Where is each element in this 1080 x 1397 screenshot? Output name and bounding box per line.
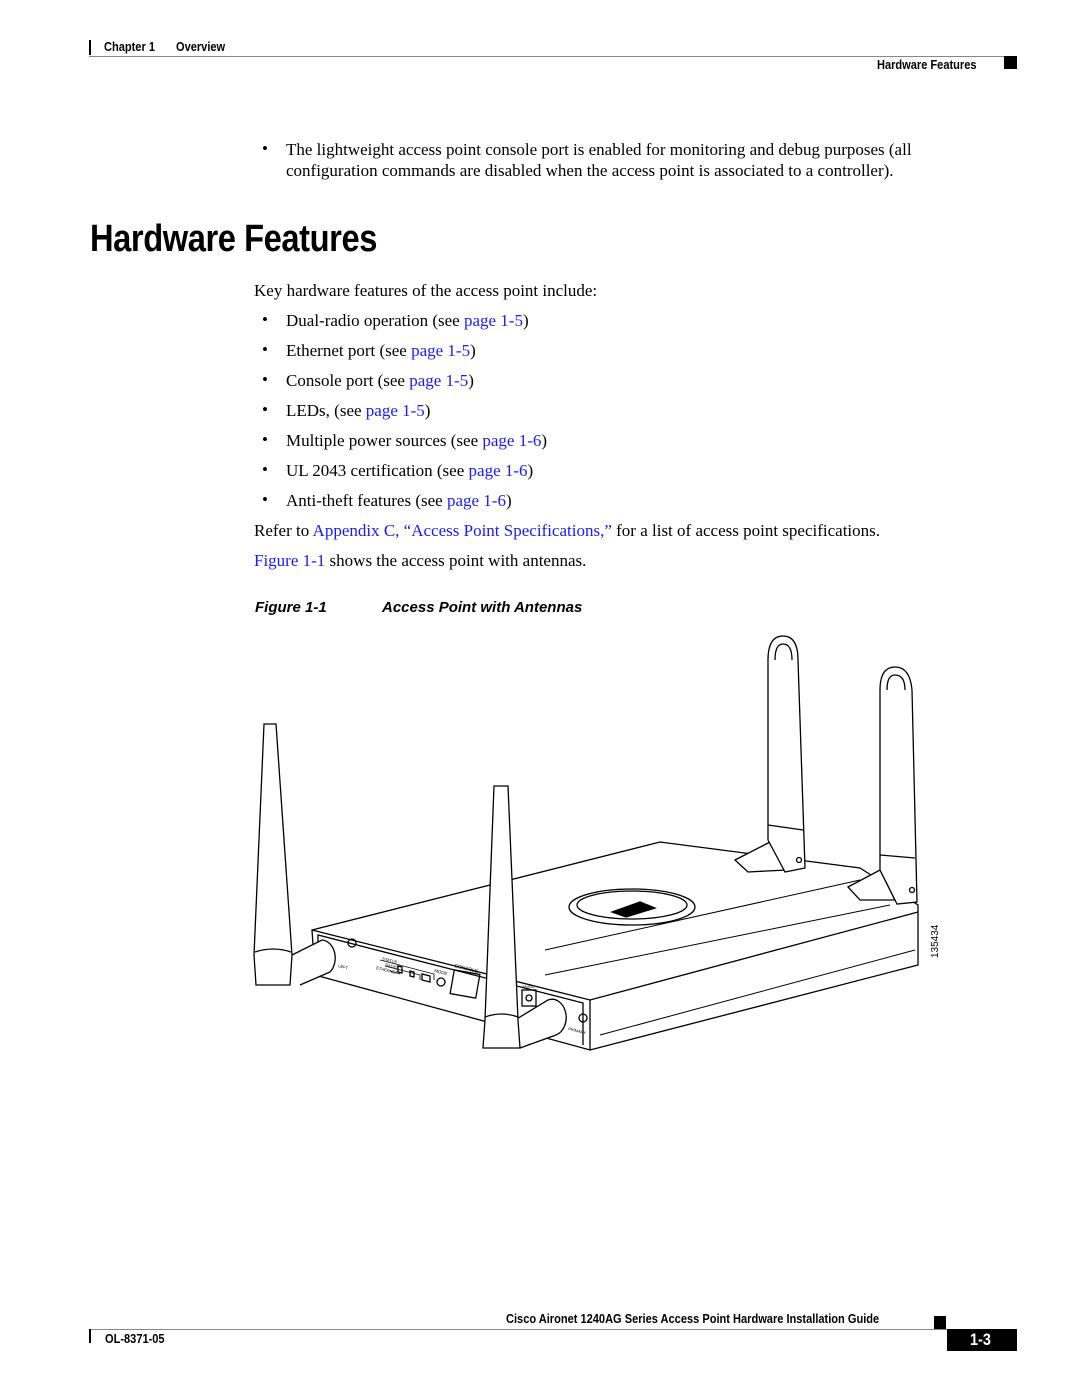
feature-end: ) (541, 431, 548, 450)
feature-item: Multiple power sources (see page 1-6) (286, 430, 547, 451)
feature-page-link[interactable]: page 1-6 (447, 491, 506, 510)
figure-1-1-link[interactable]: Figure 1-1 (254, 551, 325, 570)
header-chapter-title: Overview (176, 39, 226, 54)
footer-guide-title: Cisco Aironet 1240AG Series Access Point… (506, 1311, 880, 1326)
access-point-illustration: STATUS RADIO ETHERNET MODE CONSOLE 48VDC… (253, 635, 941, 1051)
footer-doc-number: OL-8371-05 (105, 1331, 165, 1346)
feature-end: ) (468, 371, 474, 390)
feature-end: ) (505, 491, 512, 510)
feature-text: UL 2043 certification (see (286, 461, 469, 480)
feature-page-link[interactable]: page 1-6 (482, 431, 541, 450)
bullet: • (262, 430, 268, 449)
figure-number: Figure 1-1 (255, 599, 327, 616)
intro-line-2: configuration commands are disabled when… (286, 161, 894, 180)
intro-line-1: The lightweight access point console por… (286, 140, 912, 159)
feature-text: Ethernet port (see (286, 341, 412, 360)
feature-end: ) (424, 401, 431, 420)
feature-text: Multiple power sources (see (286, 431, 483, 450)
refer-paragraph: Refer to Appendix C, “Access Point Speci… (254, 520, 880, 541)
feature-text: Dual-radio operation (see (286, 311, 464, 330)
figref-paragraph: Figure 1-1 shows the access point with a… (254, 550, 586, 571)
header-section: Hardware Features (877, 57, 977, 72)
feature-page-link[interactable]: page 1-5 (366, 401, 425, 420)
bullet: • (262, 460, 268, 479)
power-port-label: 48VDC (522, 984, 535, 989)
feature-item: Ethernet port (see page 1-5) (286, 340, 476, 361)
appendix-c-link[interactable]: Appendix C, “Access Point Specifications… (313, 521, 612, 540)
bullet: • (262, 139, 268, 158)
bullet: • (262, 340, 268, 359)
feature-text: Anti-theft features (see (286, 491, 447, 510)
feature-item: UL 2043 certification (see page 1-6) (286, 460, 533, 481)
bullet: • (262, 400, 268, 419)
feature-text: Console port (see (286, 371, 410, 390)
feature-end: ) (522, 311, 529, 330)
feature-item: Console port (see page 1-5) (286, 370, 474, 391)
footer-marker (934, 1316, 946, 1329)
feature-page-link[interactable]: page 1-5 (409, 371, 468, 390)
page-number: 1-3 (970, 1330, 991, 1349)
feature-item: LEDs, (see page 1-5) (286, 400, 430, 421)
lead-text: Key hardware features of the access poin… (254, 281, 598, 300)
feature-end: ) (470, 341, 476, 360)
section-title: Hardware Features (90, 218, 377, 260)
refer-post: for a list of access point specification… (611, 521, 881, 540)
header-marker (1004, 56, 1017, 69)
refer-pre: Refer to (254, 521, 313, 540)
figref-post: shows the access point with antennas. (325, 551, 587, 570)
bullet: • (262, 490, 268, 509)
feature-page-link[interactable]: page 1-5 (464, 311, 523, 330)
bullet: • (262, 370, 268, 389)
feature-page-link[interactable]: page 1-5 (411, 341, 470, 360)
bullet: • (262, 310, 268, 329)
footer-bar (89, 1329, 91, 1343)
feature-item: Anti-theft features (see page 1-6) (286, 490, 512, 511)
feature-item: Dual-radio operation (see page 1-5) (286, 310, 529, 331)
footer-rule (89, 1329, 1017, 1330)
feature-end: ) (527, 461, 534, 480)
figure-title: Access Point with Antennas (382, 599, 583, 616)
feature-text: LEDs, (see (286, 401, 366, 420)
intro-bullet-text: The lightweight access point console por… (286, 139, 912, 181)
header-bar (89, 40, 91, 55)
header-chapter: Chapter 1 (104, 39, 155, 54)
figure-id: 135434 (930, 924, 941, 958)
feature-page-link[interactable]: page 1-6 (469, 461, 528, 480)
